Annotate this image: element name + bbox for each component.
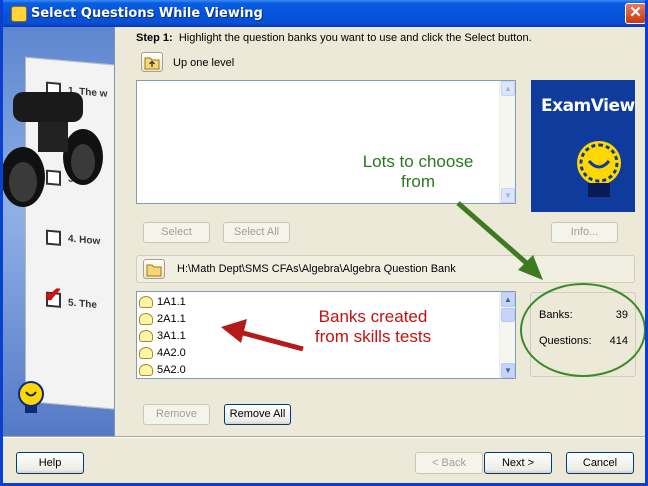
footer-separator <box>3 437 645 438</box>
back-button-label: < Back <box>432 457 466 469</box>
title-bar[interactable]: Select Questions While Viewing ✕ <box>3 0 645 27</box>
annotation-banks-created: Banks created from skills tests <box>314 307 432 346</box>
next-button[interactable]: Next > <box>484 452 552 474</box>
back-button[interactable]: < Back <box>415 452 483 474</box>
help-button[interactable]: Help <box>16 452 84 474</box>
green-arrow-line <box>456 201 533 269</box>
annotation-lots-to-choose: Lots to choose from <box>362 152 474 191</box>
app-icon <box>11 6 27 22</box>
wizard-footer: Help < Back Next > Cancel <box>3 436 645 483</box>
help-button-label: Help <box>38 457 62 469</box>
next-button-label: Next > <box>501 457 535 469</box>
cancel-button-label: Cancel <box>582 457 618 469</box>
red-arrow-line <box>242 330 304 352</box>
close-button[interactable]: ✕ <box>625 3 645 24</box>
red-arrow-head-icon <box>221 319 247 343</box>
annotation-overlay <box>221 201 645 377</box>
window-title: Select Questions While Viewing <box>31 6 263 21</box>
dialog-content: 1. The w ✔ 3. T 4. How ✔ 5. The <box>3 27 645 436</box>
dialog-window: Select Questions While Viewing ✕ 1. The … <box>0 0 648 486</box>
cancel-button[interactable]: Cancel <box>566 452 634 474</box>
stats-highlight-ellipse <box>520 283 645 377</box>
